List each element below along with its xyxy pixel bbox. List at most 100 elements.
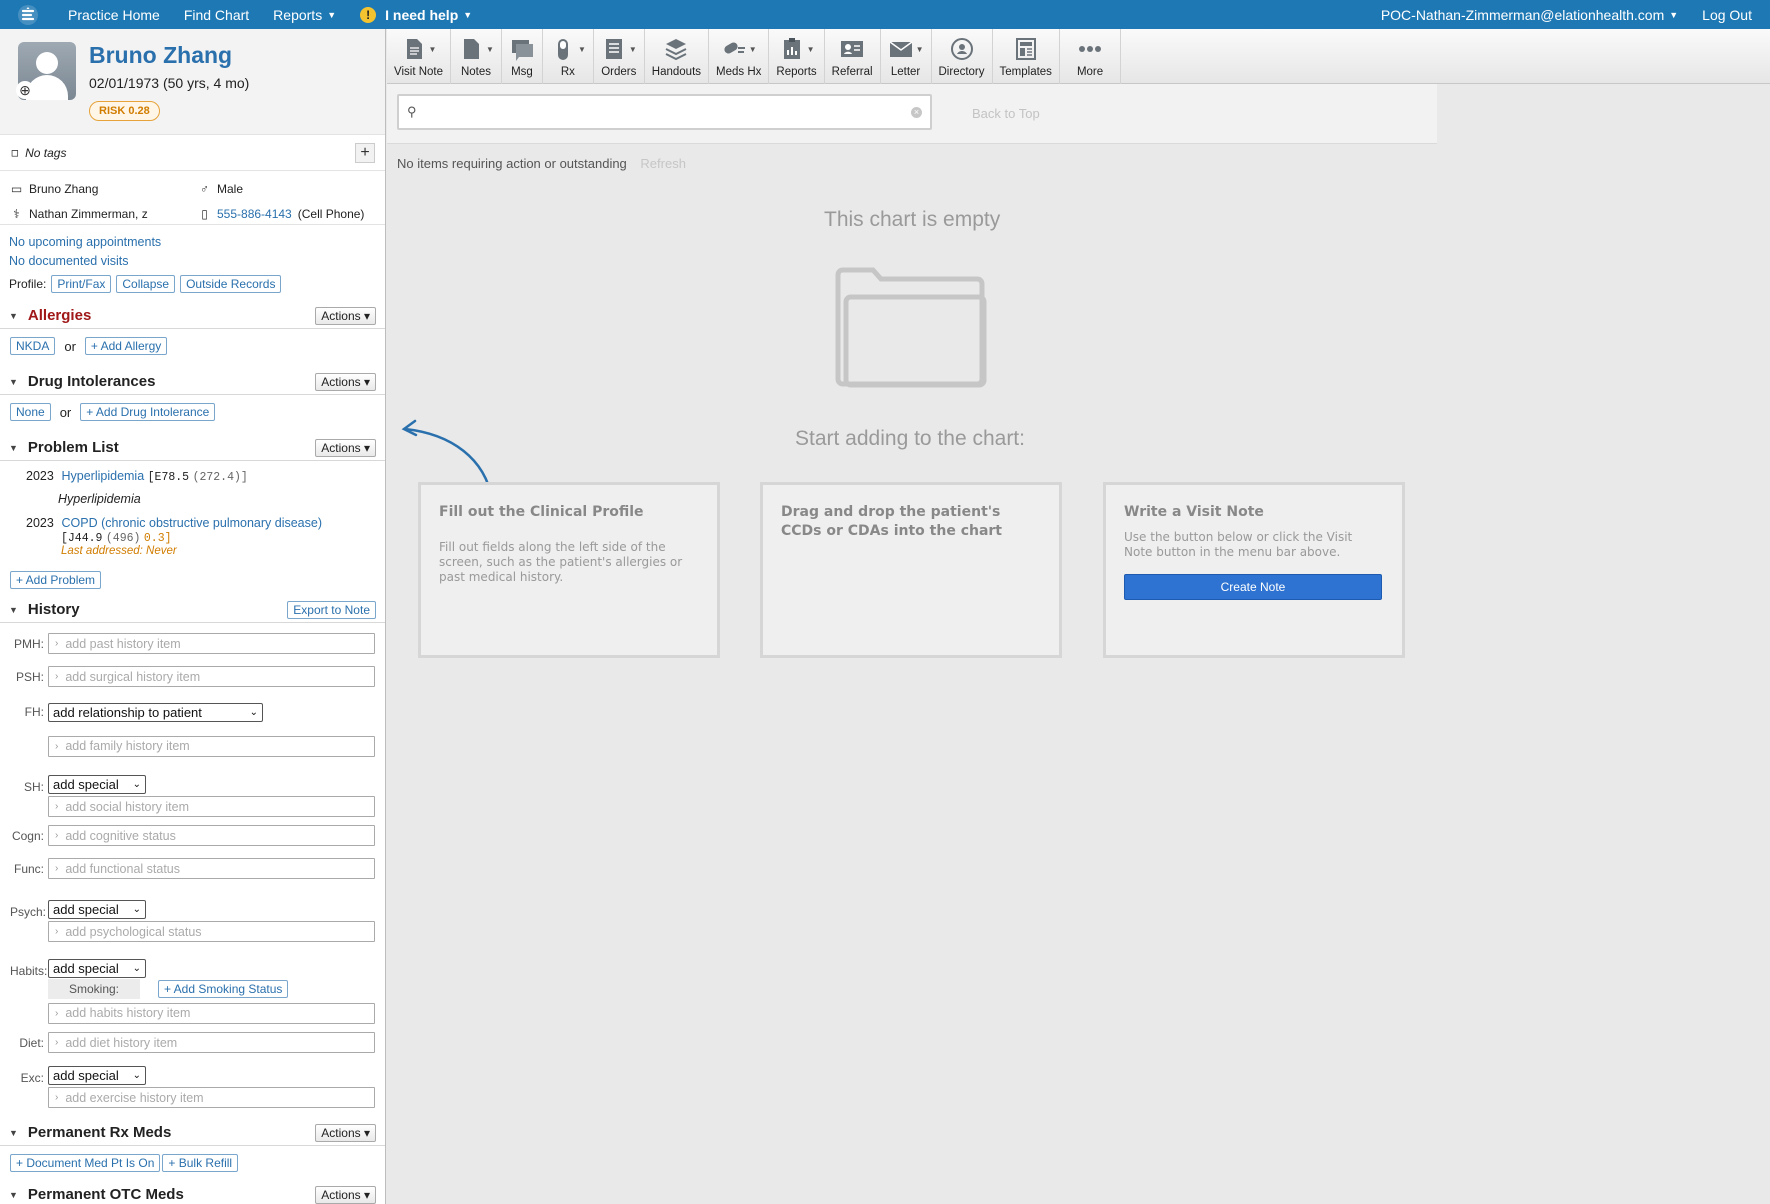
clinical-profile-card[interactable]: Fill out the Clinical Profile Fill out f… bbox=[418, 482, 720, 658]
fh-row: FH: add relationship to patient ⌄ bbox=[0, 693, 385, 731]
globe-icon[interactable]: ⊕ bbox=[16, 81, 34, 99]
drug-intolerances-title: Drug Intolerances bbox=[27, 373, 156, 390]
sh-special-select[interactable]: add special ⌄ bbox=[48, 775, 146, 794]
msg-label: Msg bbox=[511, 66, 533, 78]
letter-button[interactable]: ▼ Letter bbox=[881, 29, 932, 84]
user-menu[interactable]: POC-Nathan-Zimmerman@elationhealth.com ▼ bbox=[1369, 7, 1690, 23]
notes-button[interactable]: ▼ Notes bbox=[451, 29, 502, 84]
func-input[interactable]: › add functional status bbox=[48, 858, 375, 879]
psh-input[interactable]: › add surgical history item bbox=[48, 666, 375, 687]
visit-note-button[interactable]: ▼ Visit Note bbox=[387, 29, 452, 84]
upcoming-appointments-link[interactable]: No upcoming appointments bbox=[9, 233, 376, 252]
logout-link[interactable]: Log Out bbox=[1690, 7, 1770, 23]
diet-input[interactable]: › add diet history item bbox=[48, 1032, 375, 1053]
rx-meds-actions-button[interactable]: Actions ▾ bbox=[315, 1123, 376, 1142]
fh-input[interactable]: › add family history item bbox=[48, 735, 375, 757]
otc-meds-title: Permanent OTC Meds bbox=[27, 1186, 184, 1203]
refresh-link[interactable]: Refresh bbox=[640, 156, 686, 171]
collapse-triangle-icon[interactable]: ▼ bbox=[9, 605, 18, 615]
sh-input[interactable]: › add social history item bbox=[48, 796, 375, 817]
actions-label: Actions bbox=[321, 440, 361, 455]
add-problem-button[interactable]: + Add Problem bbox=[10, 571, 102, 589]
phone-link[interactable]: 555-886-4143 bbox=[217, 207, 292, 221]
problem-link[interactable]: COPD (chronic obstructive pulmonary dise… bbox=[61, 516, 322, 530]
problems-actions-button[interactable]: Actions ▾ bbox=[315, 438, 376, 457]
fh-select-value: add relationship to patient bbox=[53, 704, 202, 720]
create-note-button[interactable]: Create Note bbox=[1124, 574, 1382, 600]
exc-select-value: add special bbox=[53, 1068, 119, 1083]
card-body: Fill out fields along the left side of t… bbox=[439, 540, 683, 584]
drag-drop-ccd-card[interactable]: Drag and drop the patient's CCDs or CDAs… bbox=[760, 482, 1062, 658]
chevron-down-icon: ⌄ bbox=[249, 706, 258, 718]
nav-reports-menu[interactable]: Reports ▼ bbox=[261, 7, 348, 23]
more-dots-icon bbox=[1079, 46, 1102, 52]
meds-hx-button[interactable]: ▼ Meds Hx bbox=[709, 29, 770, 84]
habits-input[interactable]: › add habits history item bbox=[48, 1002, 375, 1024]
problem-link[interactable]: Hyperlipidemia bbox=[61, 469, 144, 483]
more-button[interactable]: More bbox=[1060, 29, 1122, 84]
chevron-down-icon: ▼ bbox=[486, 44, 494, 54]
intolerances-actions-button[interactable]: Actions ▾ bbox=[315, 372, 376, 391]
psych-row: Psych: add special ⌄ bbox=[0, 885, 385, 919]
add-drug-intolerance-button[interactable]: + Add Drug Intolerance bbox=[80, 403, 216, 421]
handouts-button[interactable]: Handouts bbox=[645, 29, 710, 84]
document-med-button[interactable]: + Document Med Pt Is On bbox=[10, 1154, 161, 1172]
list-item: 2023 COPD (chronic obstructive pulmonary… bbox=[0, 506, 385, 557]
msg-button[interactable]: Msg bbox=[502, 29, 543, 84]
add-smoking-status-button[interactable]: + Add Smoking Status bbox=[158, 980, 289, 998]
pmh-placeholder: add past history item bbox=[65, 636, 181, 651]
exc-input[interactable]: › add exercise history item bbox=[48, 1087, 375, 1108]
allergies-actions-button[interactable]: Actions ▾ bbox=[315, 306, 376, 325]
add-allergy-button[interactable]: + Add Allergy bbox=[84, 337, 168, 355]
nav-help-menu[interactable]: ! I need help ▼ bbox=[348, 6, 484, 23]
patient-name[interactable]: Bruno Zhang bbox=[89, 42, 232, 69]
fh-input-row: › add family history item bbox=[0, 731, 385, 761]
chevron-down-icon: ▼ bbox=[577, 44, 586, 54]
collapse-button[interactable]: Collapse bbox=[116, 275, 176, 293]
otc-meds-actions-button[interactable]: Actions ▾ bbox=[315, 1185, 376, 1204]
problem-score: 0.3] bbox=[143, 532, 172, 545]
none-button[interactable]: None bbox=[10, 403, 51, 421]
directory-button[interactable]: Directory bbox=[932, 29, 993, 84]
bulk-refill-button[interactable]: + Bulk Refill bbox=[162, 1154, 239, 1172]
print-fax-button[interactable]: Print/Fax bbox=[51, 275, 112, 293]
collapse-triangle-icon[interactable]: ▼ bbox=[9, 443, 18, 453]
allergies-body: NKDA or + Add Allergy bbox=[0, 329, 385, 363]
cogn-input[interactable]: › add cognitive status bbox=[48, 825, 375, 846]
rx-button[interactable]: ▼ Rx bbox=[543, 29, 594, 84]
rx-meds-title: Permanent Rx Meds bbox=[27, 1124, 172, 1141]
pmh-label: PMH: bbox=[14, 636, 44, 651]
history-body: PMH: › add past history item PSH: › add surg… bbox=[0, 623, 385, 1110]
documented-visits-link[interactable]: No documented visits bbox=[9, 252, 376, 271]
habits-special-select[interactable]: add special ⌄ bbox=[48, 959, 146, 978]
collapse-triangle-icon[interactable]: ▼ bbox=[9, 1128, 18, 1138]
pmh-input[interactable]: › add past history item bbox=[48, 633, 375, 654]
orders-button[interactable]: ▼ Orders bbox=[594, 29, 645, 84]
psych-input[interactable]: › add psychological status bbox=[48, 921, 375, 942]
chart-search-input[interactable]: ⚲ × bbox=[397, 94, 932, 130]
fh-relationship-select[interactable]: add relationship to patient ⌄ bbox=[48, 702, 263, 722]
collapse-triangle-icon[interactable]: ▼ bbox=[9, 311, 18, 321]
add-tag-button[interactable]: + bbox=[355, 142, 375, 163]
collapse-triangle-icon[interactable]: ▼ bbox=[9, 1190, 18, 1200]
nav-practice-home[interactable]: Practice Home bbox=[56, 7, 172, 23]
psych-special-select[interactable]: add special ⌄ bbox=[48, 900, 146, 919]
nav-find-chart[interactable]: Find Chart bbox=[172, 7, 261, 23]
templates-label: Templates bbox=[999, 66, 1052, 78]
templates-button[interactable]: Templates bbox=[993, 29, 1060, 84]
cogn-placeholder: add cognitive status bbox=[65, 828, 176, 843]
nkda-button[interactable]: NKDA bbox=[10, 337, 56, 355]
referral-button[interactable]: Referral bbox=[825, 29, 881, 84]
outside-records-button[interactable]: Outside Records bbox=[180, 275, 282, 293]
elation-logo-icon[interactable] bbox=[0, 0, 56, 29]
risk-badge[interactable]: RISK 0.28 bbox=[89, 101, 160, 121]
back-to-top-link[interactable]: Back to Top bbox=[972, 106, 1040, 121]
exc-special-select[interactable]: add special ⌄ bbox=[48, 1066, 146, 1085]
collapse-triangle-icon[interactable]: ▼ bbox=[9, 377, 18, 387]
or-label: or bbox=[59, 404, 72, 420]
reports-button[interactable]: ▼ Reports bbox=[769, 29, 825, 84]
chevron-down-icon: ▼ bbox=[915, 44, 924, 54]
chevron-down-icon: ▼ bbox=[428, 44, 437, 54]
export-to-note-button[interactable]: Export to Note bbox=[287, 600, 376, 619]
clear-icon[interactable]: × bbox=[911, 106, 922, 118]
